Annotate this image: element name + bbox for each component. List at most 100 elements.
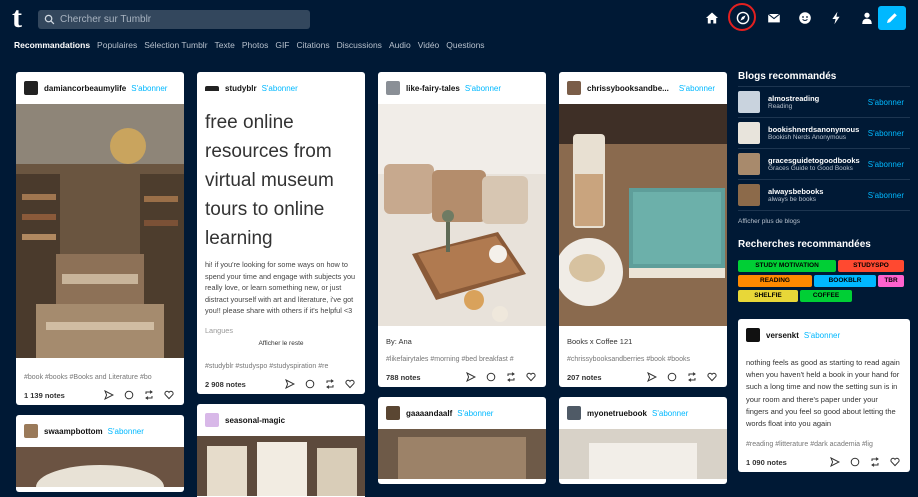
avatar[interactable]	[567, 81, 581, 95]
avatar[interactable]	[24, 424, 38, 438]
post-tags[interactable]: #book #books #Books and Literature #bo	[16, 371, 184, 385]
like-icon[interactable]	[343, 378, 357, 390]
post-username[interactable]: myonetruebook	[587, 409, 647, 418]
reblog-icon[interactable]	[685, 371, 699, 383]
tab-video[interactable]: Vidéo	[418, 40, 440, 54]
follow-button[interactable]: S'abonner	[868, 98, 904, 107]
reply-icon[interactable]	[484, 371, 498, 383]
reply-icon[interactable]	[848, 456, 862, 468]
post-username[interactable]: like-fairy-tales	[406, 84, 460, 93]
avatar[interactable]	[24, 81, 38, 95]
tab-photos[interactable]: Photos	[242, 40, 268, 54]
avatar[interactable]	[386, 81, 400, 95]
activity-icon[interactable]	[824, 6, 848, 30]
recommended-blog[interactable]: gracesguidetogoodbooks Graces Guide to Go…	[738, 148, 910, 179]
follow-button[interactable]: S'abonner	[804, 331, 840, 340]
blog-name[interactable]: bookishnerdsanonymous	[768, 125, 859, 134]
share-icon[interactable]	[464, 371, 478, 383]
post-username[interactable]: gaaaandaalf	[406, 409, 452, 418]
post-tags[interactable]: #chrissybooksandberries #book #books	[559, 353, 727, 367]
tab-gif[interactable]: GIF	[275, 40, 289, 54]
post-photo-books-coffee[interactable]	[559, 104, 727, 326]
post-username[interactable]: swaampbottom	[44, 427, 103, 436]
search-bar[interactable]	[38, 10, 310, 29]
follow-button[interactable]: S'abonner	[868, 191, 904, 200]
post-photo-bookstore[interactable]	[16, 104, 184, 358]
tab-texte[interactable]: Texte	[215, 40, 235, 54]
search-pill-tbr[interactable]: TBR	[878, 275, 904, 287]
tab-citations[interactable]: Citations	[297, 40, 330, 54]
reply-icon[interactable]	[303, 378, 317, 390]
post-tags[interactable]: #reading #litterature #dark academia #li…	[738, 438, 910, 452]
follow-button[interactable]: S'abonner	[457, 409, 493, 418]
home-icon[interactable]	[700, 6, 724, 30]
reblog-icon[interactable]	[142, 389, 156, 401]
follow-button[interactable]: S'abonner	[108, 427, 144, 436]
post-photo[interactable]	[16, 447, 184, 492]
share-icon[interactable]	[102, 389, 116, 401]
notes-count[interactable]: 207 notes	[567, 373, 602, 382]
tumblr-logo[interactable]: t	[12, 3, 30, 33]
post-username[interactable]: studyblr	[225, 84, 257, 93]
post-photo[interactable]	[197, 436, 365, 496]
avatar[interactable]	[386, 406, 400, 420]
search-pill-shelfie[interactable]: SHELFIE	[738, 290, 798, 302]
notes-count[interactable]: 1 090 notes	[746, 458, 787, 467]
mail-icon[interactable]	[762, 6, 786, 30]
tab-discussions[interactable]: Discussions	[337, 40, 382, 54]
post-photo[interactable]	[559, 429, 727, 479]
follow-button[interactable]: S'abonner	[262, 84, 298, 93]
messaging-icon[interactable]	[793, 6, 817, 30]
search-pill-studyspo[interactable]: STUDYSPO	[838, 260, 904, 272]
recommended-blog[interactable]: almostreading Reading S'abonner	[738, 86, 910, 117]
tab-questions[interactable]: Questions	[446, 40, 484, 54]
blog-name[interactable]: alwaysbebooks	[768, 187, 823, 196]
post-tags[interactable]: #likefairytales #morning #bed breakfast …	[378, 353, 546, 367]
reblog-icon[interactable]	[868, 456, 882, 468]
post-username[interactable]: chrissybooksandbe...	[587, 84, 669, 93]
post-username[interactable]: versenkt	[766, 331, 799, 340]
share-icon[interactable]	[283, 378, 297, 390]
follow-button[interactable]: S'abonner	[868, 160, 904, 169]
reply-icon[interactable]	[122, 389, 136, 401]
avatar[interactable]	[738, 153, 760, 175]
tab-populaires[interactable]: Populaires	[97, 40, 137, 54]
follow-button[interactable]: S'abonner	[465, 84, 501, 93]
like-icon[interactable]	[524, 371, 538, 383]
reblog-icon[interactable]	[504, 371, 518, 383]
follow-button[interactable]: S'abonner	[868, 129, 904, 138]
blog-name[interactable]: almostreading	[768, 94, 819, 103]
post-photo-breakfast-in-bed[interactable]	[378, 104, 546, 326]
reblog-icon[interactable]	[323, 378, 337, 390]
post-username[interactable]: damiancorbeaumylife	[44, 84, 126, 93]
search-pill-bookblr[interactable]: BOOKBLR	[814, 275, 876, 287]
notes-count[interactable]: 788 notes	[386, 373, 421, 382]
tab-selection[interactable]: Sélection Tumblr	[144, 40, 207, 54]
tab-recommandations[interactable]: Recommandations	[14, 40, 90, 54]
recommended-blog[interactable]: bookishnerdsanonymous Bookish Nerds Anony…	[738, 117, 910, 148]
recommended-blog[interactable]: alwaysbebooks always be books S'abonner	[738, 179, 910, 210]
share-icon[interactable]	[828, 456, 842, 468]
show-more-blogs-link[interactable]: Afficher plus de blogs	[738, 210, 910, 232]
follow-button[interactable]: S'abonner	[652, 409, 688, 418]
account-icon[interactable]	[855, 6, 879, 30]
search-input[interactable]	[60, 14, 300, 25]
avatar[interactable]	[205, 413, 219, 427]
search-pill-study-motivation[interactable]: STUDY MOTIVATION	[738, 260, 836, 272]
blog-name[interactable]: gracesguidetogoodbooks	[768, 156, 860, 165]
notes-count[interactable]: 2 908 notes	[205, 380, 246, 389]
reply-icon[interactable]	[665, 371, 679, 383]
like-icon[interactable]	[162, 389, 176, 401]
avatar[interactable]	[738, 122, 760, 144]
avatar[interactable]	[738, 184, 760, 206]
notes-count[interactable]: 1 139 notes	[24, 391, 65, 400]
tab-audio[interactable]: Audio	[389, 40, 411, 54]
share-icon[interactable]	[645, 371, 659, 383]
search-pill-coffee[interactable]: COFFEE	[800, 290, 852, 302]
post-tags[interactable]: #studyblr #studyspo #studyspiration #re	[197, 360, 365, 374]
like-icon[interactable]	[705, 371, 719, 383]
follow-button[interactable]: S'abonner	[679, 84, 715, 93]
avatar[interactable]	[567, 406, 581, 420]
compose-button[interactable]	[878, 6, 906, 30]
post-username[interactable]: seasonal-magic	[225, 416, 285, 425]
